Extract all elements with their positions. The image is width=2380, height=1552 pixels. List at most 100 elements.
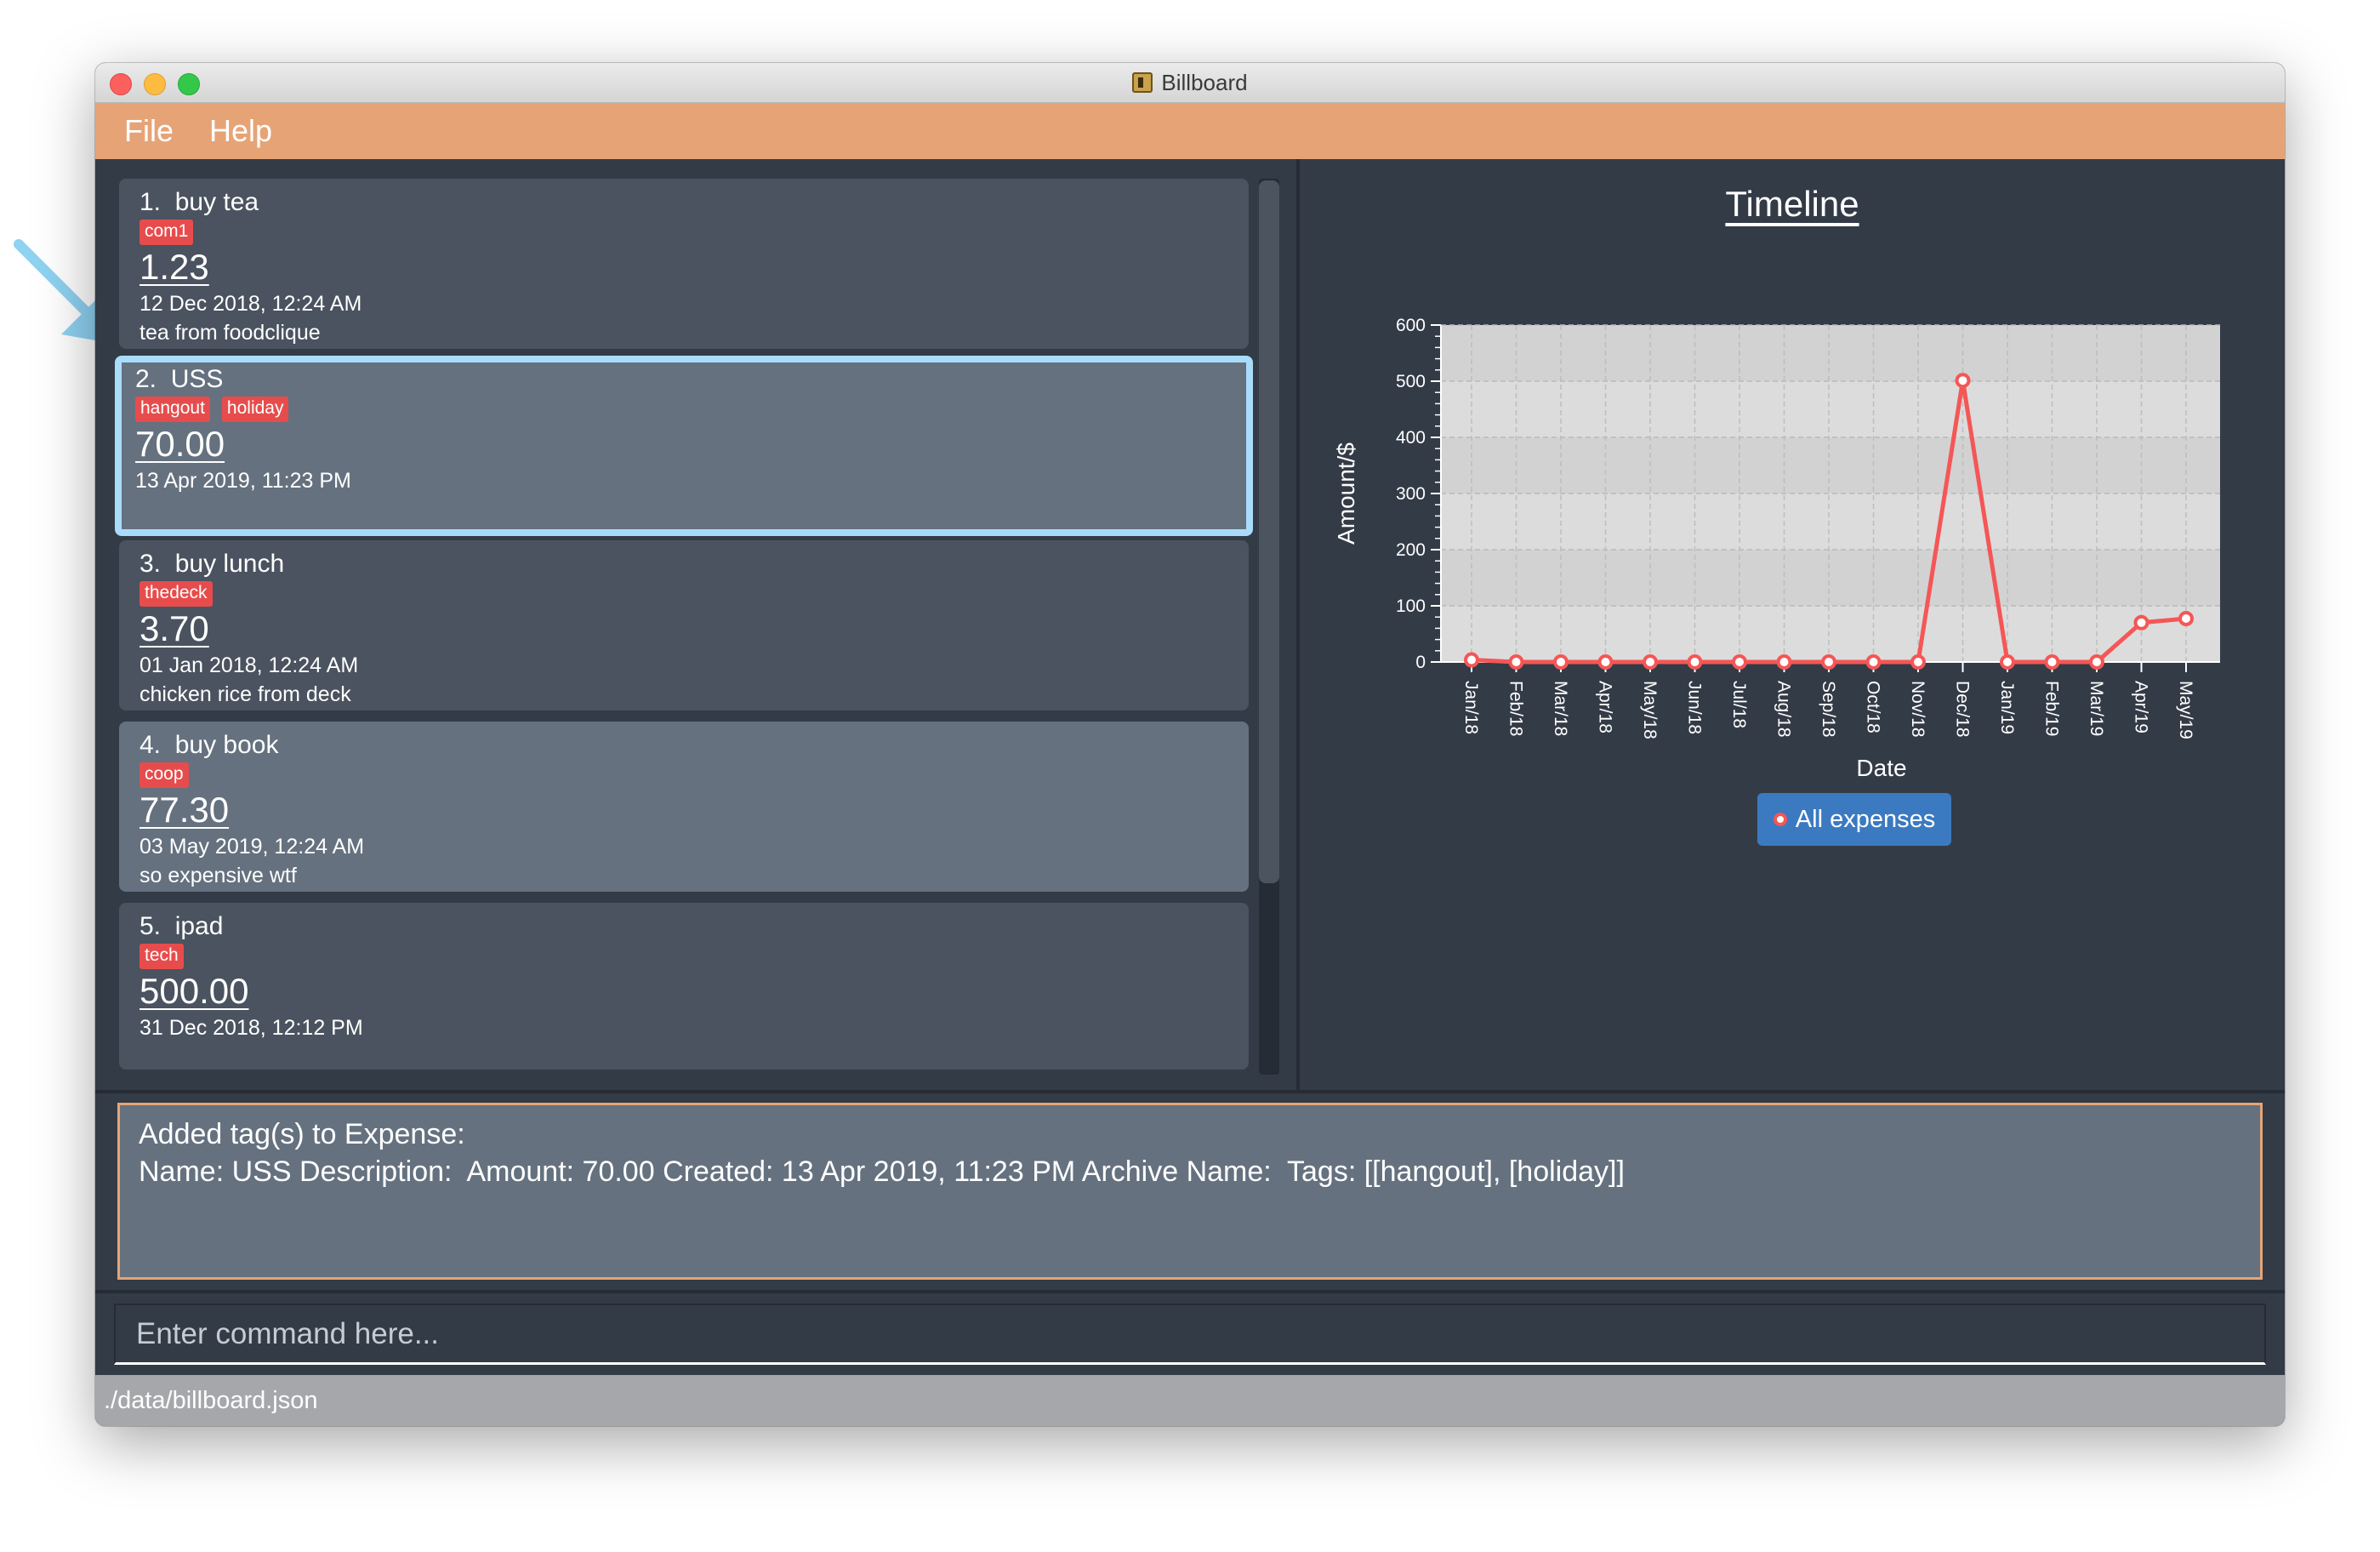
data-point bbox=[2044, 654, 2060, 670]
save-file-path: ./data/billboard.json bbox=[104, 1387, 318, 1414]
expense-date: 01 Jan 2018, 12:24 AM bbox=[139, 653, 359, 677]
y-tick-label: 0 bbox=[1415, 653, 1426, 672]
x-tick-label: Jan/19 bbox=[1997, 681, 2017, 734]
expense-amount: 77.30 bbox=[139, 790, 230, 830]
x-tick-label: May/18 bbox=[1640, 681, 1660, 739]
tag-list: coop bbox=[139, 762, 1228, 788]
x-tick-label: Sep/18 bbox=[1819, 681, 1838, 738]
command-box bbox=[114, 1304, 2266, 1365]
y-tick-label: 500 bbox=[1396, 372, 1426, 391]
expense-description: so expensive wtf bbox=[139, 864, 297, 887]
x-tick-label: Aug/18 bbox=[1774, 681, 1794, 738]
x-tick-label: Apr/18 bbox=[1596, 681, 1615, 733]
x-tick-label: May/19 bbox=[2176, 681, 2195, 739]
data-point bbox=[1553, 654, 1569, 670]
data-point bbox=[2178, 610, 2194, 626]
x-tick-label: Mar/19 bbox=[2087, 681, 2106, 736]
expense-title: 1. buy tea bbox=[139, 188, 259, 216]
tag-list: hangout holiday bbox=[135, 397, 1233, 422]
menu-bar: File Help bbox=[95, 103, 2285, 159]
expense-amount: 1.23 bbox=[139, 247, 209, 287]
y-tick-label: 200 bbox=[1396, 540, 1426, 560]
expense-title: 4. buy book bbox=[139, 731, 279, 759]
x-tick-label: Apr/19 bbox=[2132, 681, 2151, 733]
data-point bbox=[1910, 654, 1926, 670]
data-point bbox=[1821, 654, 1836, 670]
data-point bbox=[1865, 654, 1882, 670]
data-point bbox=[2133, 614, 2149, 630]
tag: tech bbox=[139, 944, 184, 969]
data-point bbox=[1687, 654, 1703, 670]
result-display: Added tag(s) to Expense: Name: USS Descr… bbox=[117, 1103, 2263, 1280]
expense-card[interactable]: 3. buy lunch thedeck 3.70 01 Jan 2018, 1… bbox=[119, 540, 1249, 710]
y-tick-label: 300 bbox=[1396, 484, 1426, 504]
y-tick-label: 400 bbox=[1396, 428, 1426, 448]
data-point bbox=[1776, 654, 1792, 670]
x-tick-label: Oct/18 bbox=[1864, 681, 1883, 733]
x-tick-label: Nov/18 bbox=[1908, 681, 1927, 738]
x-tick-label: Jun/18 bbox=[1685, 681, 1705, 734]
expense-description: chicken rice from deck bbox=[139, 682, 351, 706]
expense-card[interactable]: 1. buy tea com1 1.23 12 Dec 2018, 12:24 … bbox=[119, 179, 1249, 349]
data-point bbox=[1508, 654, 1524, 670]
expense-amount: 500.00 bbox=[139, 971, 249, 1011]
tag: com1 bbox=[139, 220, 194, 245]
tag-list: tech bbox=[139, 944, 1228, 969]
plot-band bbox=[1441, 550, 2220, 606]
x-tick-label: Feb/18 bbox=[1506, 681, 1526, 736]
menu-file[interactable]: File bbox=[124, 113, 174, 149]
expense-amount: 70.00 bbox=[135, 424, 225, 464]
y-tick-label: 600 bbox=[1396, 316, 1426, 335]
tag: thedeck bbox=[139, 581, 213, 607]
legend-all-expenses[interactable]: All expenses bbox=[1757, 793, 1951, 846]
section-separator bbox=[95, 1290, 2285, 1293]
expense-card[interactable]: 5. ipad tech 500.00 31 Dec 2018, 12:12 P… bbox=[119, 903, 1249, 1070]
command-input[interactable] bbox=[116, 1305, 2264, 1362]
billboard-app-icon bbox=[1132, 72, 1153, 93]
tag-list: com1 bbox=[139, 220, 1228, 245]
expense-list-panel: 1. buy tea com1 1.23 12 Dec 2018, 12:24 … bbox=[95, 159, 1296, 1090]
tag: holiday bbox=[221, 397, 289, 422]
expense-card[interactable]: 4. buy book coop 77.30 03 May 2019, 12:2… bbox=[119, 722, 1249, 892]
expense-title: 2. USS bbox=[135, 365, 224, 393]
expense-title: 3. buy lunch bbox=[139, 550, 285, 578]
menu-help[interactable]: Help bbox=[209, 113, 272, 149]
list-scrollbar-thumb[interactable] bbox=[1259, 180, 1279, 883]
y-axis-title: Amount/$ bbox=[1333, 442, 1359, 545]
timeline-chart: 0 100 200 300 400 500 600 Jan/18 Feb/18 Mar/18 Apr… bbox=[1333, 316, 2220, 778]
x-tick-label: Dec/18 bbox=[1953, 681, 1973, 738]
section-separator bbox=[95, 1090, 2285, 1093]
expense-amount: 3.70 bbox=[139, 608, 209, 648]
expense-date: 03 May 2019, 12:24 AM bbox=[139, 835, 365, 859]
data-point bbox=[1643, 654, 1658, 670]
status-bar: ./data/billboard.json bbox=[95, 1375, 2285, 1426]
data-point bbox=[1597, 654, 1614, 670]
timeline-title: Timeline bbox=[1725, 184, 1859, 224]
y-tick-label: 100 bbox=[1396, 596, 1426, 616]
expense-card-selected[interactable]: 2. USS hangout holiday 70.00 13 Apr 2019… bbox=[115, 356, 1253, 536]
data-point bbox=[2089, 654, 2104, 670]
legend-label: All expenses bbox=[1795, 805, 1936, 833]
expense-description: tea from foodclique bbox=[139, 321, 321, 345]
x-tick-label: Feb/19 bbox=[2042, 681, 2062, 736]
x-tick-label: Jul/18 bbox=[1729, 681, 1749, 728]
plot-band bbox=[1441, 325, 2220, 381]
window-title: Billboard bbox=[1161, 69, 1248, 95]
expense-title: 5. ipad bbox=[139, 912, 224, 940]
app-window: Billboard File Help 1. buy tea com1 1.23… bbox=[95, 63, 2285, 1426]
data-point bbox=[1732, 654, 1747, 670]
x-axis-title: Date bbox=[1856, 755, 1906, 778]
result-line-2: Name: USS Description: Amount: 70.00 Cre… bbox=[139, 1155, 1625, 1188]
data-point bbox=[2000, 654, 2015, 670]
plot-band bbox=[1441, 437, 2220, 494]
data-point bbox=[1464, 652, 1479, 668]
result-line-1: Added tag(s) to Expense: bbox=[139, 1118, 465, 1150]
legend-marker-icon bbox=[1773, 813, 1787, 826]
tag: coop bbox=[139, 762, 189, 788]
expense-date: 13 Apr 2019, 11:23 PM bbox=[135, 469, 351, 493]
expense-date: 12 Dec 2018, 12:24 AM bbox=[139, 292, 362, 316]
tag: hangout bbox=[135, 397, 210, 422]
x-tick-label: Mar/18 bbox=[1551, 681, 1570, 736]
x-tick-label: Jan/18 bbox=[1461, 681, 1481, 734]
expense-date: 31 Dec 2018, 12:12 PM bbox=[139, 1016, 363, 1040]
